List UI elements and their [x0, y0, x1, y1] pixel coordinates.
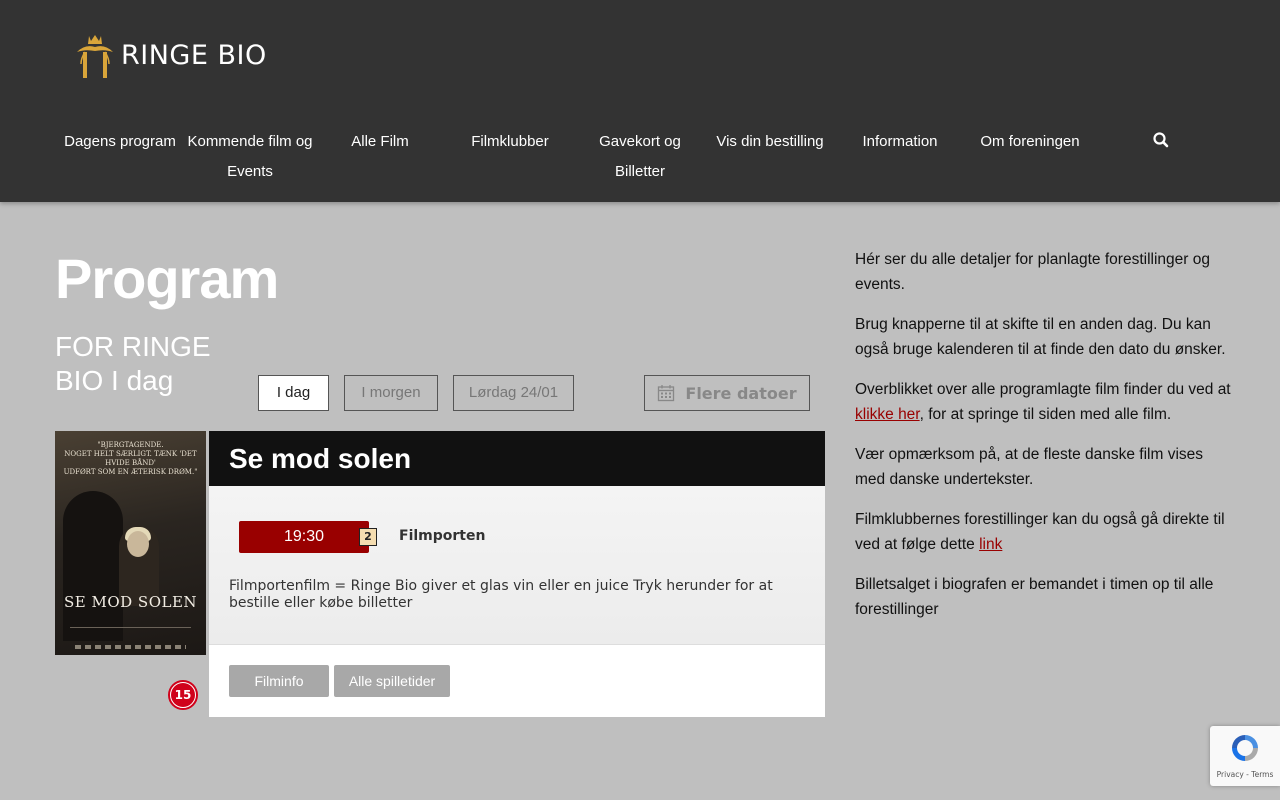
poster-title: SE MOD SOLEN: [63, 593, 198, 611]
recaptcha-icon: [1232, 735, 1258, 761]
filmclub-link[interactable]: link: [979, 536, 1002, 553]
nav-item-filmklubber[interactable]: Filmklubber: [445, 127, 575, 157]
venue-label: Filmporten: [399, 528, 486, 544]
crown-pillars-logo-icon: [77, 35, 113, 78]
day-button-today[interactable]: I dag: [258, 375, 329, 411]
poster-face: [127, 531, 149, 557]
poster-logos: [75, 645, 186, 649]
poster-quote: "BJERGTAGENDE. NOGET HELT SÆRLIGT. TÆNK …: [63, 441, 198, 476]
sidebar-paragraph: Brug knapperne til at skifte til en ande…: [855, 316, 1226, 358]
nav-item-om-foreningen[interactable]: Om foreningen: [965, 127, 1095, 157]
sidebar-text: Overblikket over alle programlagte film …: [855, 381, 1231, 398]
more-dates-button[interactable]: Flere datoer: [644, 375, 810, 411]
age-rating-badge: 15: [168, 680, 198, 710]
site-logo[interactable]: RINGE BIO: [75, 32, 267, 78]
movie-card-body: 19:30 2 Filmporten Filmportenfilm = Ring…: [209, 486, 825, 644]
day-button-tomorrow[interactable]: I morgen: [344, 375, 438, 411]
sidebar-text: Filmklubbernes forestillinger kan du ogs…: [855, 511, 1225, 553]
nav-item-vis-bestilling[interactable]: Vis din bestilling: [705, 127, 835, 157]
sidebar-paragraph: Filmklubbernes forestillinger kan du ogs…: [855, 507, 1235, 557]
all-films-link[interactable]: klikke her: [855, 406, 920, 423]
nav-item-information[interactable]: Information: [835, 127, 965, 157]
sidebar-paragraph: Hér ser du alle detaljer for planlagte f…: [855, 251, 1210, 293]
movie-card: Se mod solen 19:30 2 Filmporten Filmport…: [209, 431, 825, 717]
site-header: RINGE BIO Dagens program Kommende film o…: [0, 0, 1280, 202]
age-rating-value: 15: [171, 683, 195, 707]
search-icon[interactable]: [1152, 131, 1170, 149]
filminfo-button[interactable]: Filminfo: [229, 665, 329, 697]
nav-item-kommende-film[interactable]: Kommende film og Events: [185, 127, 315, 187]
poster-credits: [70, 627, 191, 641]
day-button-saturday[interactable]: Lørdag 24/01: [453, 375, 574, 411]
nav-item-gavekort[interactable]: Gavekort og Billetter: [575, 127, 705, 187]
brand-name: RINGE BIO: [121, 39, 267, 71]
sidebar-text: , for at springe til siden med alle film…: [919, 406, 1172, 423]
hall-badge: 2: [359, 528, 377, 546]
page-subtitle: FOR RINGE BIO I dag: [55, 331, 211, 396]
recaptcha-links[interactable]: Privacy - Terms: [1210, 770, 1280, 779]
movie-poster[interactable]: "BJERGTAGENDE. NOGET HELT SÆRLIGT. TÆNK …: [55, 431, 206, 655]
page-title: Program: [55, 247, 279, 310]
info-sidebar: Hér ser du alle detaljer for planlagte f…: [855, 247, 1235, 637]
more-dates-label: Flere datoer: [685, 383, 797, 403]
showtime-button[interactable]: 19:30: [239, 521, 369, 553]
nav-item-dagens-program[interactable]: Dagens program: [55, 127, 185, 157]
all-showtimes-button[interactable]: Alle spilletider: [334, 665, 450, 697]
sidebar-paragraph: Overblikket over alle programlagte film …: [855, 377, 1235, 427]
calendar-icon: [658, 385, 675, 402]
sidebar-paragraph: Vær opmærksom på, at de fleste danske fi…: [855, 446, 1204, 488]
poster-figure: [63, 491, 123, 641]
sidebar-paragraph: Billetsalget i biografen er bemandet i t…: [855, 576, 1214, 618]
movie-card-footer: Filminfo Alle spilletider: [209, 644, 825, 717]
movie-title[interactable]: Se mod solen: [209, 431, 825, 486]
recaptcha-badge[interactable]: Privacy - Terms: [1210, 726, 1280, 786]
nav-item-alle-film[interactable]: Alle Film: [315, 127, 445, 157]
movie-description: Filmportenfilm = Ringe Bio giver et glas…: [229, 578, 773, 611]
